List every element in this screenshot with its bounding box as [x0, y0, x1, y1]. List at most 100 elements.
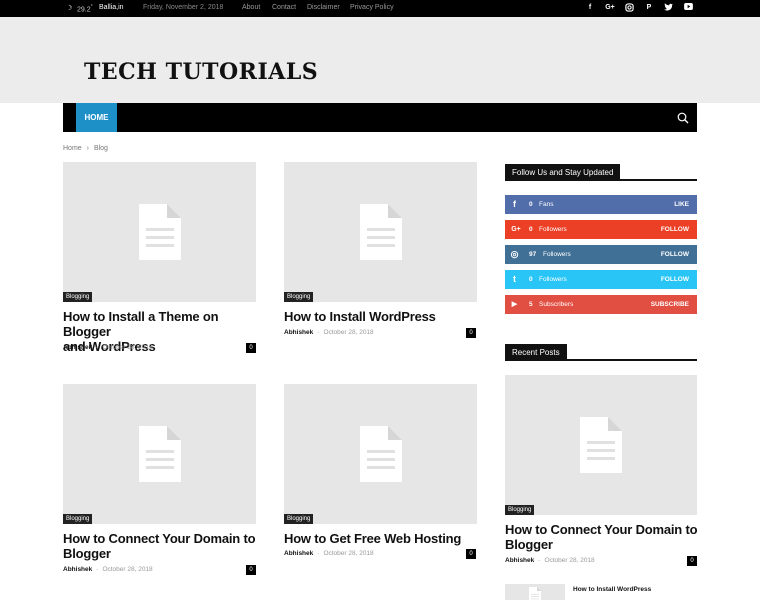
- social-action-button[interactable]: FOLLOW: [661, 251, 689, 258]
- post-date: October 28, 2018: [323, 329, 374, 336]
- weather-moon-icon: ☽: [66, 5, 73, 12]
- document-placeholder-icon: [529, 587, 541, 603]
- social-count: 97: [529, 251, 537, 258]
- social-count: 0: [529, 276, 533, 283]
- nav-home-link[interactable]: HOME: [76, 103, 117, 132]
- post-author[interactable]: Abhishek: [284, 329, 313, 336]
- post-author[interactable]: Abhishek: [284, 550, 313, 557]
- post-thumbnail[interactable]: [284, 384, 477, 524]
- top-link-about[interactable]: About: [242, 4, 260, 11]
- post-category-badge[interactable]: Blogging: [63, 292, 93, 302]
- breadcrumb-current: Blog: [93, 145, 108, 152]
- weather-temperature: 29.2°: [77, 4, 93, 13]
- social-counter-instagram[interactable]: ◎ 97 Followers FOLLOW: [505, 245, 697, 264]
- facebook-icon[interactable]: f: [585, 3, 595, 13]
- post-category-badge[interactable]: Blogging: [284, 514, 314, 524]
- pinterest-icon[interactable]: P: [644, 3, 654, 13]
- recent-post-title-line: How to Connect Your Domain to: [505, 522, 698, 537]
- weather-temp-value: 29.2: [77, 6, 91, 14]
- post-author[interactable]: Abhishek: [63, 344, 92, 351]
- post-date: October 28, 2018: [102, 566, 153, 573]
- post-title[interactable]: How to Install WordPress: [284, 309, 479, 324]
- recent-posts-block-title: Recent Posts: [505, 342, 697, 361]
- post-title-line: How to Install a Theme on Blogger: [63, 309, 219, 339]
- recent-post-title-line: Blogger: [505, 537, 553, 552]
- twitter-icon: t: [513, 274, 516, 284]
- top-date: Friday, November 2, 2018: [143, 4, 224, 11]
- social-counter-twitter[interactable]: t 0 Followers FOLLOW: [505, 270, 697, 289]
- post-title-line: How to Connect Your Domain to: [63, 531, 256, 546]
- top-link-disclaimer[interactable]: Disclaimer: [307, 4, 340, 11]
- recent-post-small-thumbnail[interactable]: [505, 584, 565, 603]
- comment-count-badge[interactable]: 0: [466, 549, 476, 559]
- top-link-privacy-policy[interactable]: Privacy Policy: [350, 4, 394, 11]
- social-action-button[interactable]: LIKE: [674, 201, 689, 208]
- post-meta: Abhishek - October 28, 2018: [284, 329, 374, 336]
- social-count: 5: [529, 301, 533, 308]
- weather-city: Ballia,in: [99, 4, 124, 11]
- recent-post-category-badge[interactable]: Blogging: [505, 505, 535, 515]
- google-plus-icon: G+: [511, 226, 521, 233]
- post-title-line: How to Install WordPress: [284, 309, 436, 324]
- post-category-badge[interactable]: Blogging: [284, 292, 314, 302]
- social-counter-youtube[interactable]: ▶ 5 Subscribers SUBSCRIBE: [505, 295, 697, 314]
- document-placeholder-icon: [138, 204, 181, 260]
- social-label: Followers: [539, 276, 567, 283]
- post-title[interactable]: How to Get Free Web Hosting: [284, 531, 479, 546]
- site-header: TECH TUTORIALS: [0, 17, 760, 103]
- post-title-line: How to Get Free Web Hosting: [284, 531, 462, 546]
- follow-block-title-text: Follow Us and Stay Updated: [505, 164, 621, 181]
- post-author[interactable]: Abhishek: [505, 557, 534, 564]
- google-plus-icon[interactable]: G+: [604, 3, 616, 13]
- youtube-icon[interactable]: [683, 3, 693, 13]
- main-navigation: HOME: [63, 103, 697, 132]
- post-title-line: Blogger: [63, 546, 111, 561]
- social-action-button[interactable]: FOLLOW: [661, 226, 689, 233]
- comment-count-badge[interactable]: 0: [246, 565, 256, 575]
- social-label: Fans: [539, 201, 554, 208]
- weather-temp-unit: °: [90, 4, 93, 10]
- post-thumbnail[interactable]: [284, 162, 477, 302]
- recent-post-title[interactable]: How to Connect Your Domain to Blogger: [505, 522, 700, 552]
- social-label: Subscribers: [539, 301, 574, 308]
- youtube-icon: ▶: [511, 301, 518, 308]
- meta-separator: -: [96, 344, 99, 351]
- post-meta: Abhishek - October 28, 2018: [63, 566, 153, 573]
- document-placeholder-icon: [359, 426, 402, 482]
- top-link-contact[interactable]: Contact: [272, 4, 296, 11]
- social-label: Followers: [543, 251, 571, 258]
- post-author[interactable]: Abhishek: [63, 566, 92, 573]
- search-icon[interactable]: [677, 111, 689, 124]
- social-action-button[interactable]: FOLLOW: [661, 276, 689, 283]
- site-logo[interactable]: TECH TUTORIALS: [84, 59, 318, 85]
- twitter-icon[interactable]: [663, 3, 673, 13]
- comment-count-badge[interactable]: 0: [466, 328, 476, 338]
- meta-separator: -: [96, 566, 99, 573]
- instagram-icon: ◎: [510, 249, 519, 259]
- post-title[interactable]: How to Connect Your Domain to Blogger: [63, 531, 258, 561]
- comment-count-badge[interactable]: 0: [687, 556, 697, 566]
- post-date: October 28, 2018: [102, 344, 153, 351]
- social-counter-google-plus[interactable]: G+ 0 Followers FOLLOW: [505, 220, 697, 239]
- follow-block-title: Follow Us and Stay Updated: [505, 162, 697, 181]
- comment-count-badge[interactable]: 0: [246, 343, 256, 353]
- social-action-button[interactable]: SUBSCRIBE: [651, 301, 689, 308]
- post-date: October 28, 2018: [544, 557, 595, 564]
- recent-posts-block-title-text: Recent Posts: [505, 344, 567, 361]
- meta-separator: -: [317, 550, 320, 557]
- post-meta: Abhishek - October 28, 2018: [284, 550, 374, 557]
- post-thumbnail[interactable]: [63, 162, 256, 302]
- post-date: October 28, 2018: [323, 550, 374, 557]
- recent-post-thumbnail[interactable]: [505, 375, 697, 515]
- meta-separator: -: [317, 329, 320, 336]
- facebook-icon: f: [513, 199, 516, 209]
- document-placeholder-icon: [359, 204, 402, 260]
- instagram-icon[interactable]: [624, 3, 634, 13]
- post-thumbnail[interactable]: [63, 384, 256, 524]
- recent-post-small-title[interactable]: How to Install WordPress: [573, 586, 651, 593]
- document-placeholder-icon: [138, 426, 181, 482]
- breadcrumb-home[interactable]: Home: [63, 145, 82, 152]
- post-category-badge[interactable]: Blogging: [63, 514, 93, 524]
- post-meta: Abhishek - October 28, 2018: [63, 344, 153, 351]
- social-counter-facebook[interactable]: f 0 Fans LIKE: [505, 195, 697, 214]
